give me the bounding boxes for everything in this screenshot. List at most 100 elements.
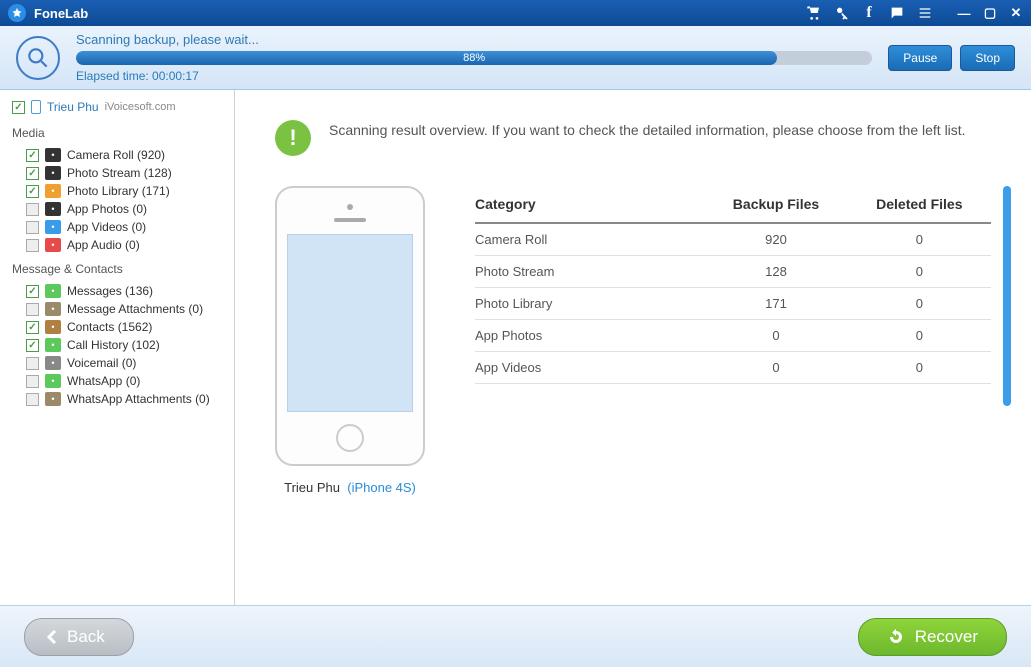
phone-preview — [275, 186, 425, 466]
item-checkbox[interactable] — [26, 167, 39, 180]
sidebar-item[interactable]: •Call History (102) — [12, 336, 222, 354]
item-label: Messages (136) — [67, 284, 153, 298]
sidebar-item[interactable]: •Photo Stream (128) — [12, 164, 222, 182]
item-checkbox[interactable] — [26, 393, 39, 406]
device-selector[interactable]: Trieu Phu iVoicesoft.com — [12, 100, 222, 114]
content-area: ! Scanning result overview. If you want … — [235, 90, 1031, 605]
cell-deleted: 0 — [848, 328, 991, 343]
note-icon: • — [45, 238, 61, 252]
facebook-icon[interactable]: f — [861, 5, 877, 21]
col-deleted: Deleted Files — [848, 196, 991, 212]
menu-icon[interactable] — [917, 5, 933, 21]
item-label: WhatsApp (0) — [67, 374, 140, 388]
item-label: App Videos (0) — [67, 220, 146, 234]
item-label: Call History (102) — [67, 338, 160, 352]
sidebar-item[interactable]: •Voicemail (0) — [12, 354, 222, 372]
table-row[interactable]: Camera Roll9200 — [475, 224, 991, 256]
flower-icon: • — [45, 184, 61, 198]
cell-deleted: 0 — [848, 232, 991, 247]
cell-deleted: 0 — [848, 296, 991, 311]
vm-icon: • — [45, 356, 61, 370]
table-scrollbar[interactable] — [1003, 186, 1011, 406]
overview-text: Scanning result overview. If you want to… — [329, 120, 966, 141]
item-checkbox[interactable] — [26, 239, 39, 252]
item-label: Contacts (1562) — [67, 320, 152, 334]
circle-icon: • — [45, 202, 61, 216]
item-checkbox[interactable] — [26, 375, 39, 388]
item-label: WhatsApp Attachments (0) — [67, 392, 210, 406]
item-checkbox[interactable] — [26, 339, 39, 352]
cell-backup: 0 — [704, 328, 847, 343]
col-category: Category — [475, 196, 704, 212]
sidebar-item[interactable]: • Message Attachments (0) — [12, 300, 222, 318]
item-label: Camera Roll (920) — [67, 148, 165, 162]
cell-backup: 171 — [704, 296, 847, 311]
table-row[interactable]: App Videos00 — [475, 352, 991, 384]
clip-icon: • — [45, 302, 61, 316]
table-row[interactable]: Photo Stream1280 — [475, 256, 991, 288]
cell-backup: 920 — [704, 232, 847, 247]
key-icon[interactable] — [833, 5, 849, 21]
sidebar-item[interactable]: •Camera Roll (920) — [12, 146, 222, 164]
user-icon: • — [45, 320, 61, 334]
maximize-button[interactable]: ▢ — [983, 6, 997, 20]
cell-category: Camera Roll — [475, 232, 704, 247]
item-checkbox[interactable] — [26, 185, 39, 198]
wa-icon: • — [45, 374, 61, 388]
item-label: Photo Stream (128) — [67, 166, 172, 180]
item-checkbox[interactable] — [26, 203, 39, 216]
msg-icon: • — [45, 284, 61, 298]
item-checkbox[interactable] — [26, 149, 39, 162]
cell-deleted: 0 — [848, 360, 991, 375]
item-checkbox[interactable] — [26, 303, 39, 316]
back-button[interactable]: Back — [24, 618, 134, 656]
chat-icon[interactable] — [889, 5, 905, 21]
item-checkbox[interactable] — [26, 221, 39, 234]
item-checkbox[interactable] — [26, 357, 39, 370]
item-label: App Audio (0) — [67, 238, 140, 252]
refresh-icon — [887, 628, 905, 646]
sidebar-item[interactable]: • Messages (136) — [12, 282, 222, 300]
progress-bar: 88% — [76, 51, 872, 65]
item-checkbox[interactable] — [26, 321, 39, 334]
sidebar-item[interactable]: • App Audio (0) — [12, 236, 222, 254]
item-label: Message Attachments (0) — [67, 302, 203, 316]
cart-icon[interactable] — [805, 5, 821, 21]
item-label: Photo Library (171) — [67, 184, 170, 198]
footer: Back Recover — [0, 605, 1031, 667]
sidebar-item[interactable]: • Contacts (1562) — [12, 318, 222, 336]
device-subtitle: iVoicesoft.com — [105, 101, 176, 113]
elapsed-time: Elapsed time: 00:00:17 — [76, 69, 872, 83]
sidebar: Trieu Phu iVoicesoft.com Media •Camera R… — [0, 90, 235, 605]
device-checkbox[interactable] — [12, 101, 25, 114]
phone-icon — [31, 100, 41, 114]
sidebar-item[interactable]: • App Photos (0) — [12, 200, 222, 218]
phone-label: Trieu Phu (iPhone 4S) — [284, 480, 416, 495]
cell-category: App Videos — [475, 360, 704, 375]
recover-button[interactable]: Recover — [858, 618, 1007, 656]
item-checkbox[interactable] — [26, 285, 39, 298]
table-row[interactable]: App Photos00 — [475, 320, 991, 352]
chevron-left-icon — [45, 629, 57, 645]
sidebar-item[interactable]: • Photo Library (171) — [12, 182, 222, 200]
sidebar-item[interactable]: • WhatsApp Attachments (0) — [12, 390, 222, 408]
table-row[interactable]: Photo Library1710 — [475, 288, 991, 320]
vid-icon: • — [45, 220, 61, 234]
cell-backup: 128 — [704, 264, 847, 279]
minimize-button[interactable]: — — [957, 6, 971, 20]
stop-button[interactable]: Stop — [960, 45, 1015, 71]
clip-icon: • — [45, 392, 61, 406]
alert-icon: ! — [275, 120, 311, 156]
device-name: Trieu Phu — [47, 100, 99, 114]
section-contacts-header: Message & Contacts — [12, 262, 222, 276]
sidebar-item[interactable]: • App Videos (0) — [12, 218, 222, 236]
cell-backup: 0 — [704, 360, 847, 375]
close-button[interactable]: ✕ — [1009, 6, 1023, 20]
progress-percent: 88% — [463, 52, 485, 64]
sidebar-item[interactable]: • WhatsApp (0) — [12, 372, 222, 390]
scan-icon — [16, 36, 60, 80]
app-logo-icon — [8, 4, 26, 22]
item-label: App Photos (0) — [67, 202, 147, 216]
pause-button[interactable]: Pause — [888, 45, 952, 71]
app-title: FoneLab — [34, 6, 88, 21]
